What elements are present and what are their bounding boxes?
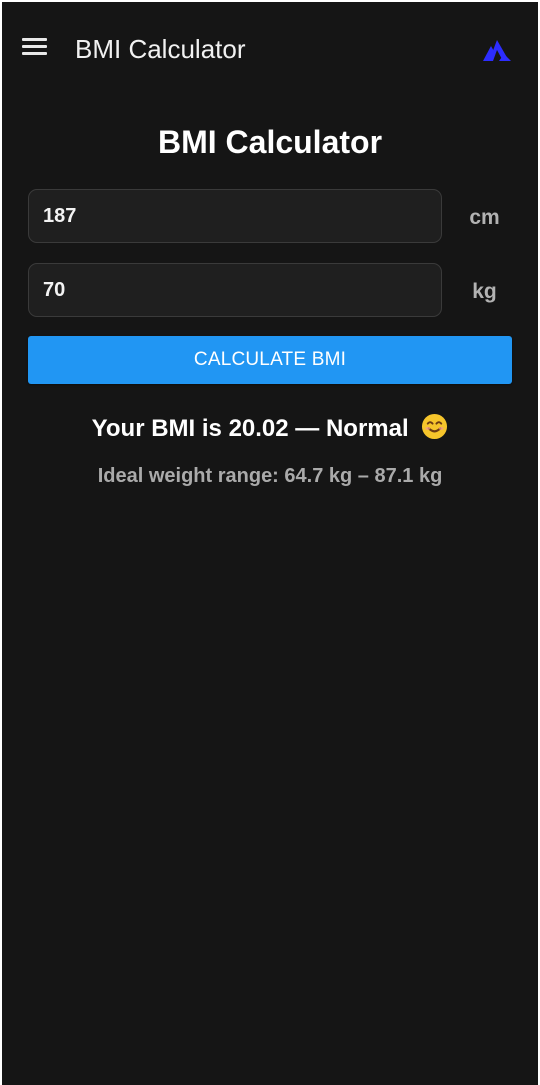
page-title: BMI Calculator: [157, 124, 383, 160]
app-bar: BMI Calculator: [2, 2, 538, 96]
height-input[interactable]: [28, 189, 442, 243]
mountain-logo-icon: [483, 40, 511, 61]
bmi-calculator-screen: BMI Calculator BMI Calculator cm kg CALC…: [0, 0, 540, 1085]
app-bar-title: BMI Calculator: [75, 34, 246, 64]
bmi-result-text: Your BMI is 20.02 — Normal: [91, 415, 409, 442]
height-unit-label: cm: [469, 206, 500, 229]
menu-button[interactable]: [22, 38, 48, 58]
calculate-bmi-button[interactable]: CALCULATE BMI: [28, 336, 512, 384]
weight-unit-label: kg: [472, 280, 497, 303]
bmi-result: Your BMI is 20.02 — Normal: [2, 412, 538, 446]
smiling-face-icon: [422, 413, 448, 440]
hamburger-menu-icon-line: [22, 45, 47, 48]
hamburger-menu-icon: [22, 38, 47, 41]
hamburger-menu-icon-line: [22, 52, 47, 55]
weight-input[interactable]: [28, 263, 442, 317]
ideal-weight-range: Ideal weight range: 64.7 kg – 87.1 kg: [97, 465, 443, 487]
